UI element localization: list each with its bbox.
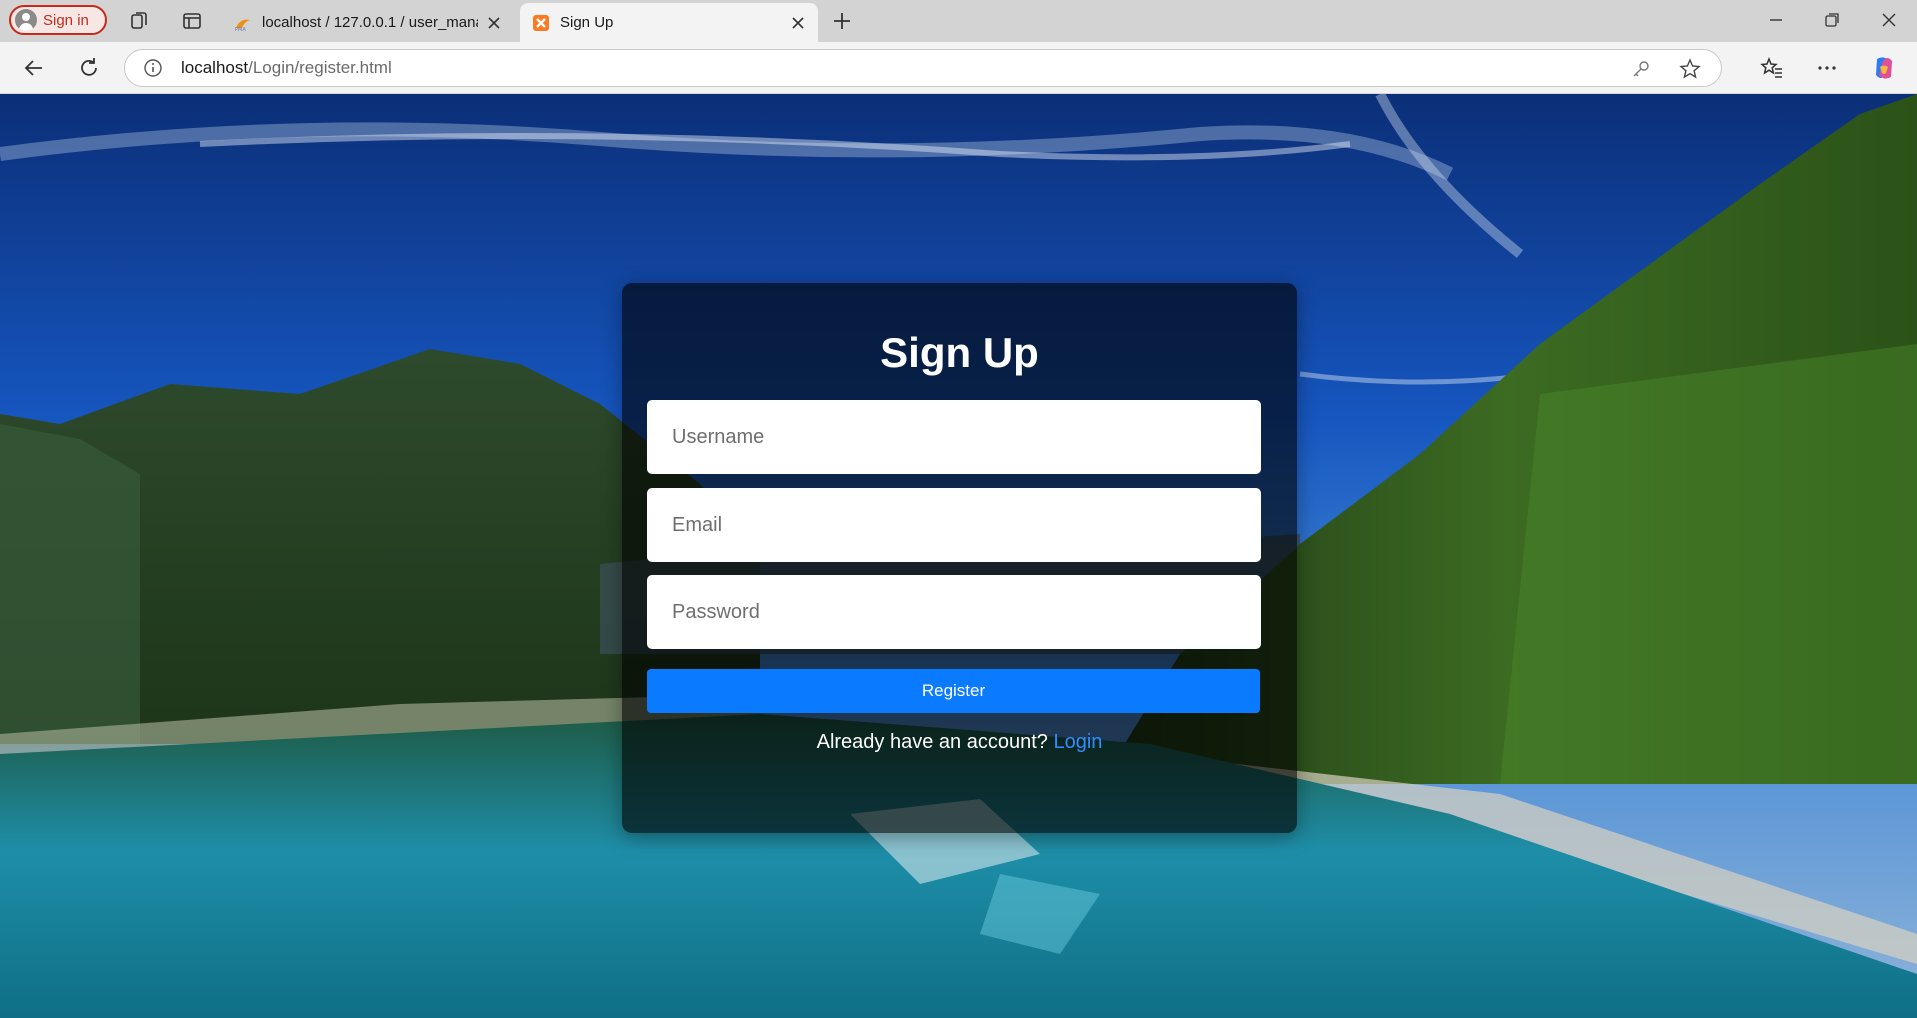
login-link[interactable]: Login xyxy=(1053,731,1102,753)
account-prompt-text: Already have an account? xyxy=(816,731,1048,753)
restore-icon[interactable] xyxy=(1822,10,1842,30)
favorites-icon[interactable] xyxy=(1760,56,1784,80)
favorite-star-icon[interactable] xyxy=(1679,58,1701,80)
page-title: Sign Up xyxy=(880,329,1039,376)
info-icon[interactable] xyxy=(143,58,163,78)
email-field[interactable] xyxy=(647,488,1261,562)
close-icon[interactable] xyxy=(486,15,502,31)
url-path: /Login/register.html xyxy=(248,58,392,77)
phpmyadmin-icon: PMA xyxy=(235,19,250,32)
tab-title: localhost / 127.0.0.1 / user_manag xyxy=(262,14,478,31)
workspaces-icon[interactable] xyxy=(128,9,152,33)
tab-title: Sign Up xyxy=(560,14,614,31)
xampp-icon xyxy=(533,14,549,31)
tab-strip: Sign in PMA localhost / 127.0.0.1 / user… xyxy=(0,0,1917,42)
svg-text:PMA: PMA xyxy=(235,27,246,32)
tab-phpmyadmin[interactable]: PMA localhost / 127.0.0.1 / user_manag xyxy=(222,3,514,42)
profile-button[interactable]: Sign in xyxy=(9,5,107,35)
address-bar[interactable]: localhost/Login/register.html xyxy=(124,49,1722,87)
signup-card: Sign Up Register Already have an account… xyxy=(622,283,1297,833)
username-field[interactable] xyxy=(647,400,1261,474)
page-viewport: Sign Up Register Already have an account… xyxy=(0,94,1917,1018)
tab-sign-up[interactable]: Sign Up xyxy=(520,3,818,42)
back-icon[interactable] xyxy=(22,56,46,80)
close-window-icon[interactable] xyxy=(1879,10,1899,30)
refresh-icon[interactable] xyxy=(77,56,101,80)
browser-toolbar: localhost/Login/register.html xyxy=(0,42,1917,94)
minimize-icon[interactable] xyxy=(1766,10,1786,30)
register-button[interactable]: Register xyxy=(647,669,1260,713)
url-host: localhost xyxy=(181,58,249,77)
password-field[interactable] xyxy=(647,575,1261,649)
key-icon[interactable] xyxy=(1631,59,1651,79)
new-tab-icon[interactable] xyxy=(830,9,854,33)
url-text[interactable]: localhost/Login/register.html xyxy=(181,58,392,78)
account-prompt-line: Already have an account? Login xyxy=(622,731,1297,754)
copilot-icon[interactable] xyxy=(1871,55,1897,81)
profile-label: Sign in xyxy=(43,11,89,29)
more-options-icon[interactable] xyxy=(1815,56,1839,80)
avatar-icon xyxy=(15,9,37,31)
tab-actions-icon[interactable] xyxy=(180,9,204,33)
close-icon[interactable] xyxy=(790,15,806,31)
